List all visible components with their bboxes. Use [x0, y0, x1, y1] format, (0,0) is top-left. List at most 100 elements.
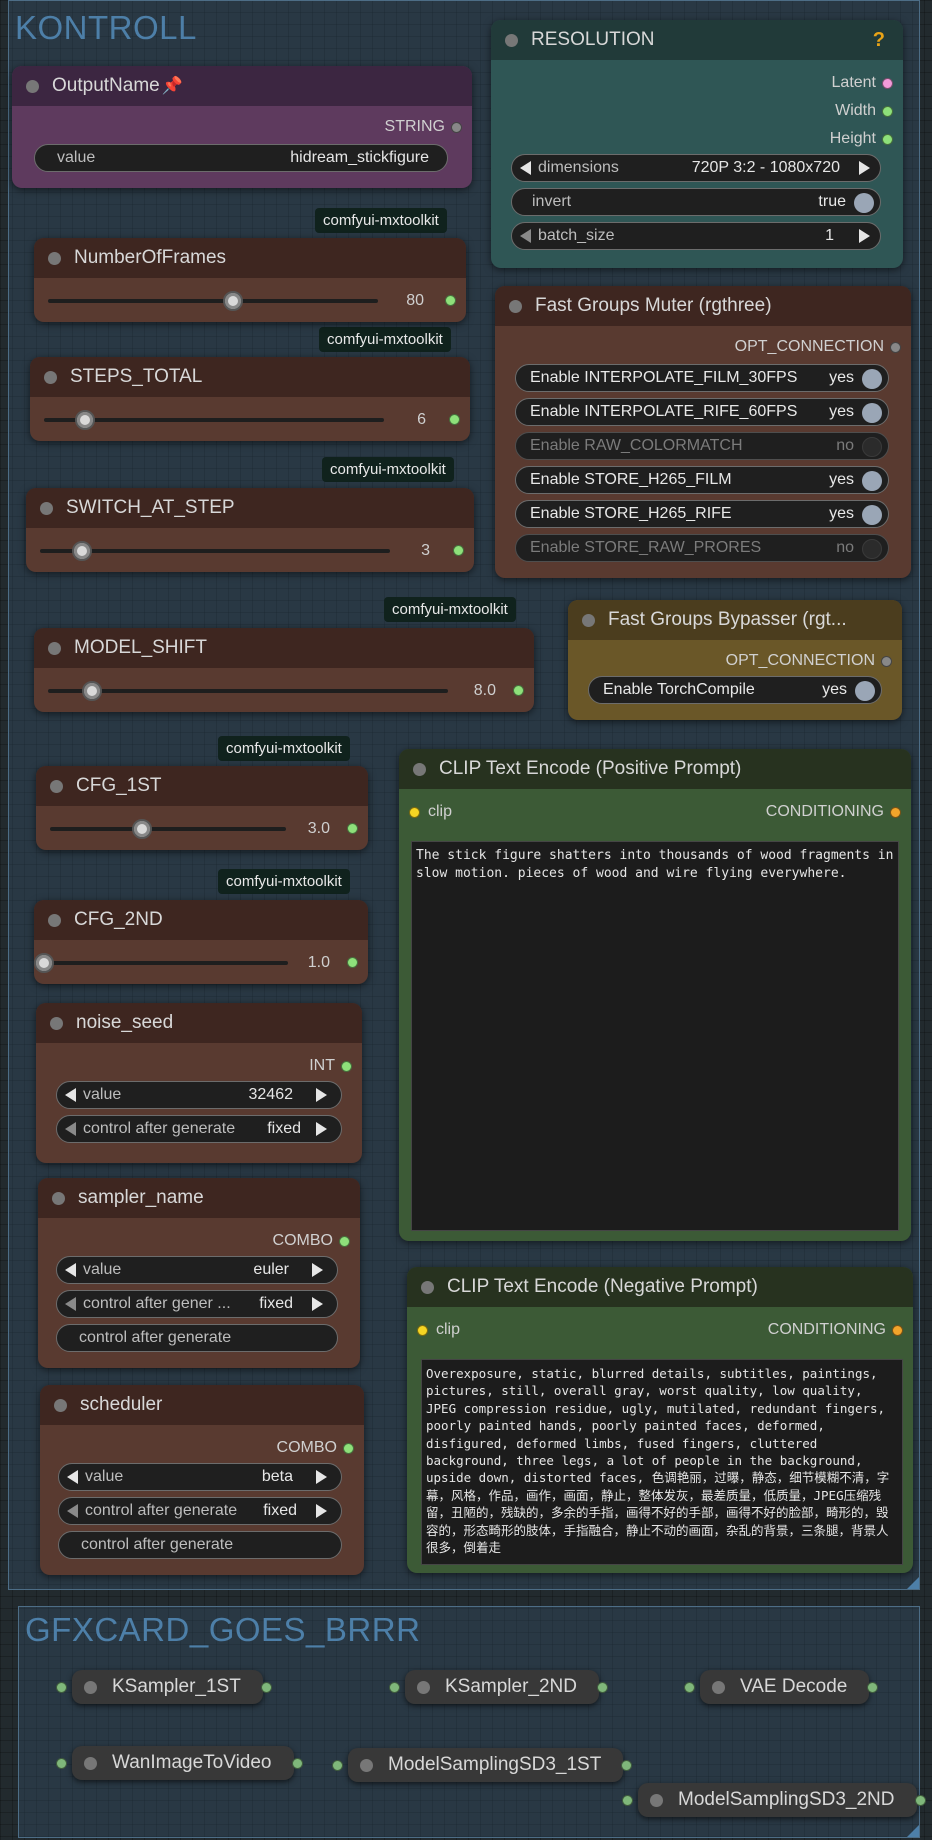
output-socket[interactable]: [882, 133, 893, 145]
arrow-right-icon[interactable]: [312, 1263, 323, 1277]
arrow-left-icon[interactable]: [520, 229, 531, 243]
control-after-generate-button[interactable]: control after generate: [56, 1324, 338, 1352]
node-switch-at-step[interactable]: SWITCH_AT_STEP 3: [26, 488, 474, 572]
negative-prompt-textarea[interactable]: Overexposure, static, blurred details, s…: [421, 1359, 903, 1565]
output-string[interactable]: STRING: [385, 118, 462, 136]
node-clip-negative[interactable]: CLIP Text Encode (Negative Prompt) clip …: [407, 1267, 913, 1573]
value-field[interactable]: value hidream_stickfigure: [34, 144, 448, 172]
toggle-knob[interactable]: [854, 193, 874, 213]
node-model-sampling-sd3-2nd[interactable]: ModelSamplingSD3_2ND: [622, 1783, 926, 1817]
control-after-generate-combo[interactable]: control after gener ... fixed: [56, 1290, 338, 1318]
node-model-shift[interactable]: MODEL_SHIFT 8.0: [34, 628, 534, 712]
node-sampler-name[interactable]: sampler_name COMBO value euler control a…: [38, 1178, 360, 1368]
group-toggle[interactable]: Enable INTERPOLATE_FILM_30FPS yes: [515, 364, 889, 392]
collapse-dot[interactable]: [48, 914, 61, 927]
input-socket[interactable]: [56, 1758, 67, 1769]
help-icon[interactable]: ?: [873, 29, 885, 52]
output-opt-connection[interactable]: OPT_CONNECTION: [735, 338, 901, 356]
slider-track[interactable]: [44, 418, 384, 422]
toggle-knob[interactable]: [855, 681, 875, 701]
node-header[interactable]: Fast Groups Muter (rgthree): [495, 286, 911, 326]
output-socket[interactable]: [347, 823, 358, 834]
group-toggle[interactable]: Enable INTERPOLATE_RIFE_60FPS yes: [515, 398, 889, 426]
arrow-right-icon[interactable]: [859, 161, 870, 175]
input-socket[interactable]: [389, 1682, 400, 1693]
group-toggle[interactable]: Enable STORE_RAW_PRORES no: [515, 534, 889, 562]
collapse-dot[interactable]: [360, 1759, 373, 1772]
input-socket[interactable]: [417, 1324, 428, 1336]
node-header[interactable]: CLIP Text Encode (Negative Prompt): [407, 1267, 913, 1307]
collapse-dot[interactable]: [50, 780, 63, 793]
node-header[interactable]: SWITCH_AT_STEP: [26, 488, 474, 528]
node-steps-total[interactable]: STEPS_TOTAL 6: [30, 357, 470, 441]
collapse-dot[interactable]: [582, 614, 595, 627]
node-header[interactable]: RESOLUTION ?: [491, 20, 903, 60]
node-header[interactable]: sampler_name: [38, 1178, 360, 1218]
input-socket[interactable]: [622, 1795, 633, 1806]
output-socket[interactable]: [892, 1324, 903, 1336]
slider-track[interactable]: [44, 961, 288, 965]
output-height[interactable]: Height: [830, 130, 893, 148]
output-socket[interactable]: [890, 341, 901, 353]
slider-knob[interactable]: [74, 410, 95, 430]
toggle-knob[interactable]: [862, 437, 882, 457]
toggle-knob[interactable]: [862, 403, 882, 423]
group-toggle[interactable]: Enable STORE_H265_FILM yes: [515, 466, 889, 494]
arrow-right-icon[interactable]: [312, 1297, 323, 1311]
node-clip-positive[interactable]: CLIP Text Encode (Positive Prompt) clip …: [399, 749, 911, 1241]
node-header[interactable]: CFG_1ST: [36, 766, 368, 806]
batch-size-stepper[interactable]: batch_size 1: [511, 222, 881, 250]
output-socket[interactable]: [881, 655, 892, 667]
slider-track[interactable]: [48, 689, 448, 693]
collapse-dot[interactable]: [84, 1757, 97, 1770]
slider-knob[interactable]: [222, 291, 243, 311]
node-model-sampling-sd3-1st[interactable]: ModelSamplingSD3_1ST: [332, 1748, 633, 1782]
slider-track[interactable]: [40, 549, 390, 553]
output-socket[interactable]: [347, 957, 358, 968]
arrow-right-icon[interactable]: [859, 229, 870, 243]
output-socket[interactable]: [445, 295, 456, 306]
toggle-knob[interactable]: [862, 505, 882, 525]
arrow-left-icon[interactable]: [65, 1088, 76, 1102]
collapse-dot[interactable]: [48, 642, 61, 655]
arrow-right-icon[interactable]: [316, 1088, 327, 1102]
collapse-dot[interactable]: [52, 1192, 65, 1205]
arrow-right-icon[interactable]: [316, 1122, 327, 1136]
slider-knob[interactable]: [82, 681, 102, 701]
group-toggle[interactable]: Enable RAW_COLORMATCH no: [515, 432, 889, 460]
output-socket[interactable]: [449, 414, 460, 425]
collapse-dot[interactable]: [413, 763, 426, 776]
slider-track[interactable]: [50, 827, 286, 831]
collapse-dot[interactable]: [44, 371, 57, 384]
output-opt-connection[interactable]: OPT_CONNECTION: [726, 652, 892, 670]
control-after-generate-combo[interactable]: control after generate fixed: [58, 1497, 342, 1525]
toggle-torchcompile[interactable]: Enable TorchCompile yes: [588, 676, 882, 704]
collapse-dot[interactable]: [505, 34, 518, 47]
output-socket[interactable]: [914, 1795, 926, 1806]
output-socket[interactable]: [451, 121, 462, 133]
input-clip[interactable]: clip: [417, 1321, 460, 1339]
toggle-knob[interactable]: [862, 471, 882, 491]
arrow-left-icon[interactable]: [65, 1122, 76, 1136]
output-width[interactable]: Width: [835, 102, 893, 120]
node-ksampler-2nd[interactable]: KSampler_2ND: [389, 1670, 608, 1704]
collapse-dot[interactable]: [48, 252, 61, 265]
collapse-dot[interactable]: [40, 502, 53, 515]
control-after-generate-button[interactable]: control after generate: [58, 1531, 342, 1559]
node-header[interactable]: CFG_2ND: [34, 900, 368, 940]
arrow-left-icon[interactable]: [65, 1297, 76, 1311]
output-latent[interactable]: Latent: [832, 74, 893, 92]
node-fast-groups-bypasser[interactable]: Fast Groups Bypasser (rgt... OPT_CONNECT…: [568, 600, 902, 720]
output-socket[interactable]: [882, 105, 893, 117]
arrow-left-icon[interactable]: [67, 1470, 78, 1484]
input-socket[interactable]: [56, 1682, 67, 1693]
output-conditioning[interactable]: CONDITIONING: [768, 1321, 903, 1339]
output-socket[interactable]: [341, 1060, 352, 1072]
input-socket[interactable]: [684, 1682, 695, 1693]
collapse-dot[interactable]: [84, 1681, 97, 1694]
output-socket[interactable]: [513, 685, 524, 696]
slider-knob[interactable]: [72, 541, 92, 561]
invert-toggle[interactable]: invert true: [511, 188, 881, 216]
node-ksampler-1st[interactable]: KSampler_1ST: [56, 1670, 272, 1704]
scheduler-value-combo[interactable]: value beta: [58, 1463, 342, 1491]
